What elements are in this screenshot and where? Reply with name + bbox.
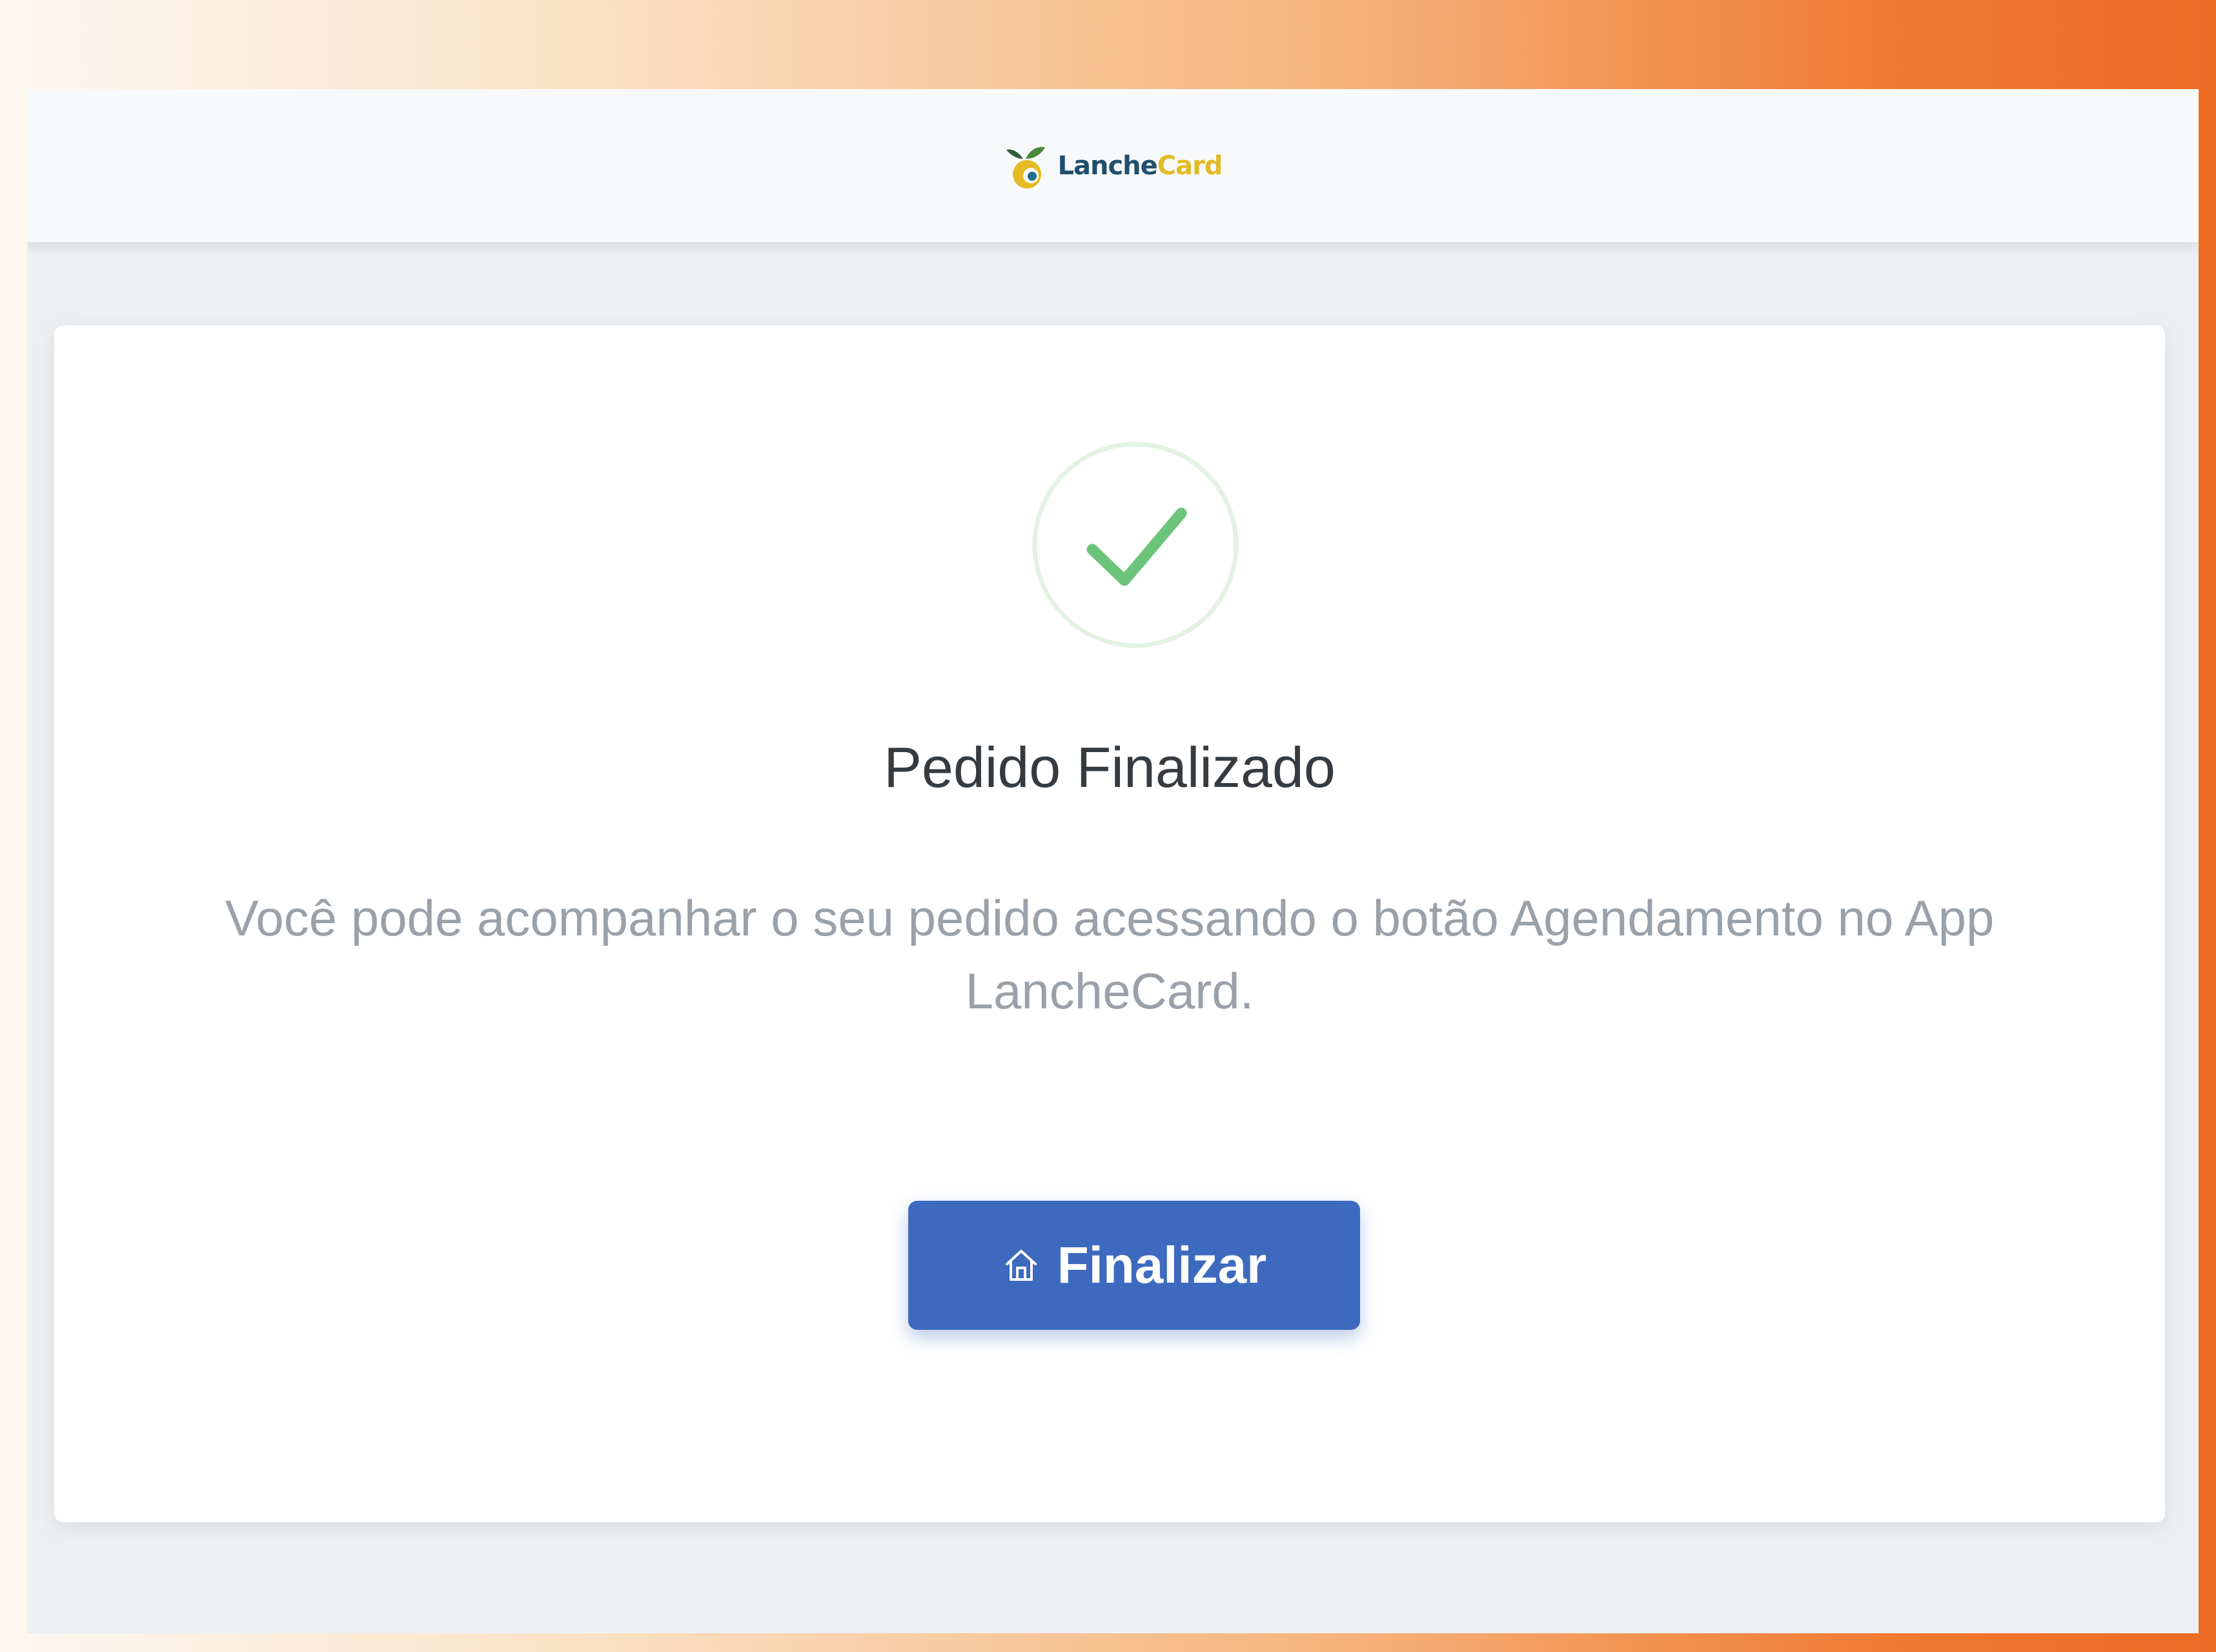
lanchecard-logo[interactable]: LancheCard	[1004, 142, 1223, 190]
logo-wordmark-primary: Lanche	[1057, 150, 1158, 181]
success-check-icon	[1029, 438, 1242, 651]
finalize-button[interactable]: Finalizar	[908, 1201, 1360, 1330]
confirmation-message: Você pode acompanhar o seu pedido acessa…	[225, 890, 1995, 1020]
logo-wordmark: LancheCard	[1058, 151, 1223, 181]
top-bar: LancheCard	[27, 89, 2199, 242]
logo-wordmark-secondary: Card	[1157, 150, 1223, 181]
app-window: LancheCard Pedido Finalizado Você pode a…	[27, 89, 2199, 1633]
confirmation-card: Pedido Finalizado Você pode acompanhar o…	[54, 325, 2165, 1522]
finalize-button-label: Finalizar	[1057, 1236, 1267, 1294]
page-title: Pedido Finalizado	[884, 735, 1336, 799]
lanchecard-logo-icon	[1004, 142, 1052, 190]
home-icon	[1002, 1246, 1041, 1285]
